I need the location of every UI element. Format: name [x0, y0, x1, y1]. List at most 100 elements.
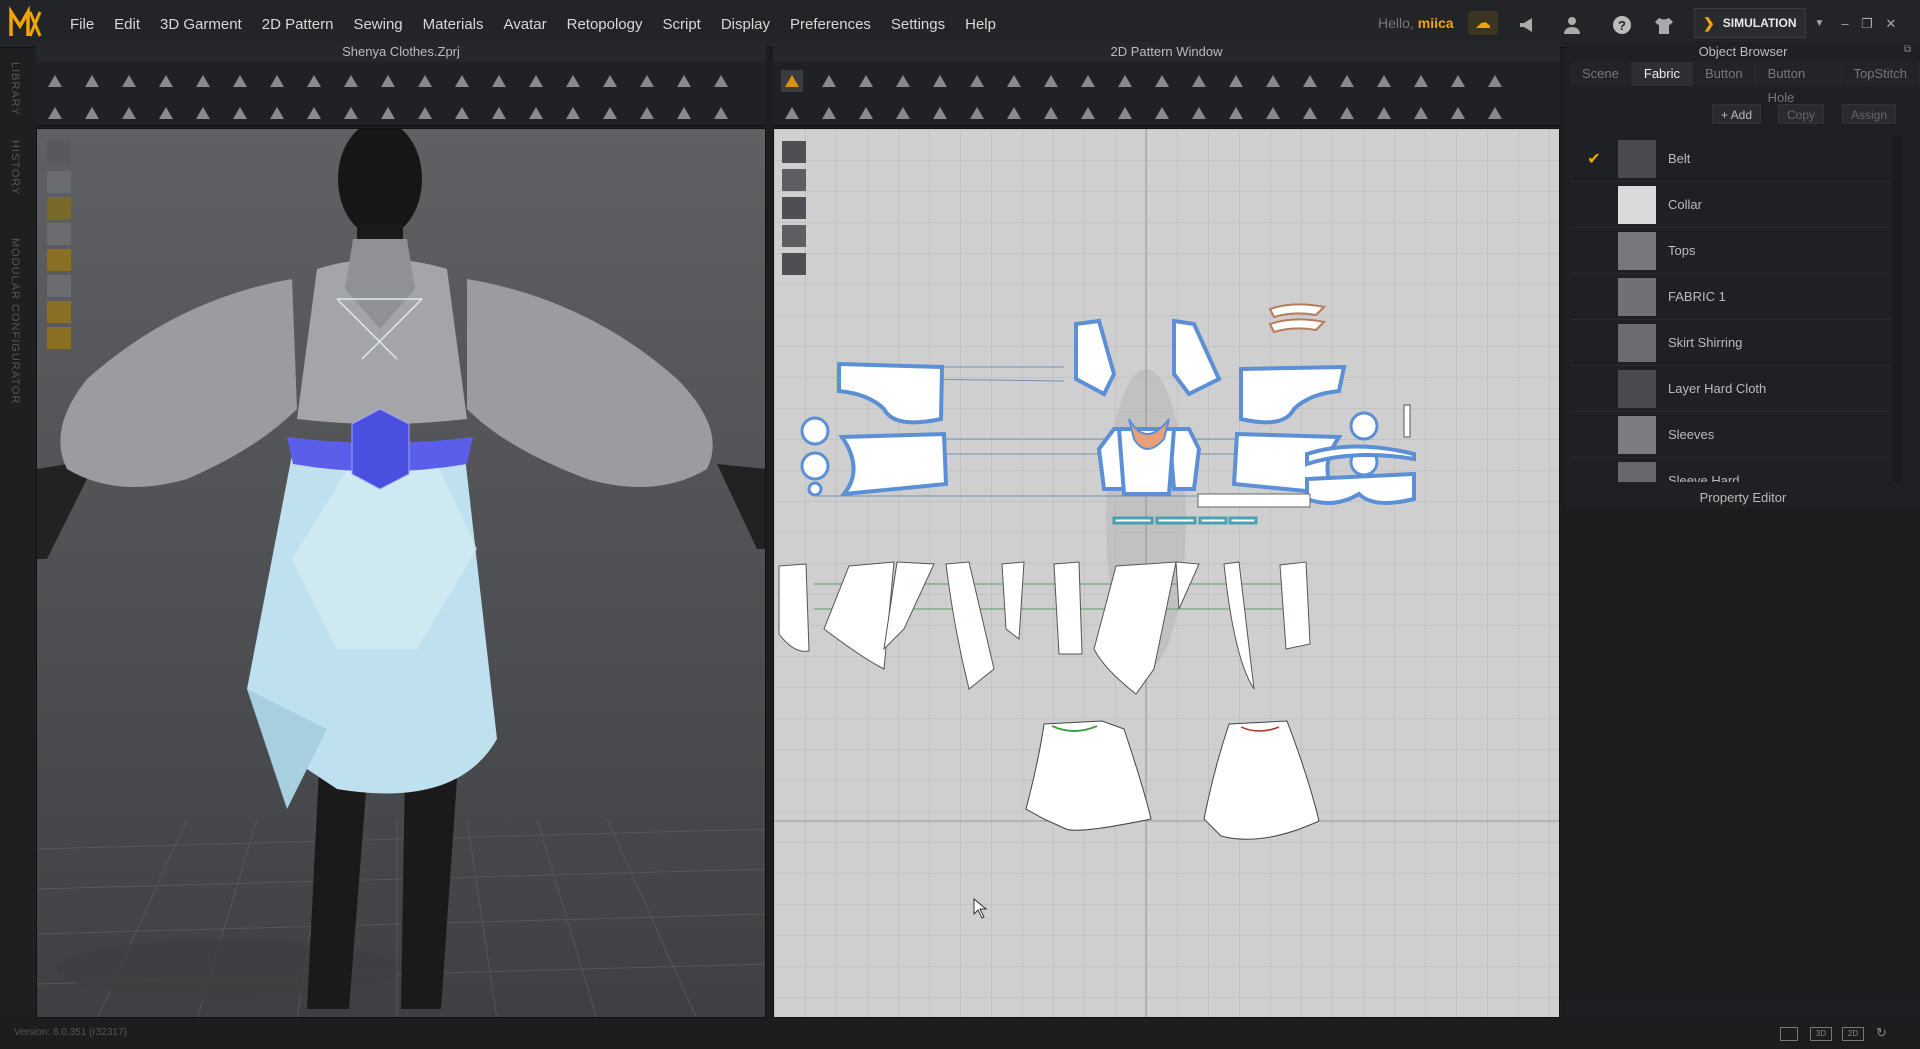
pattern-view-icon[interactable] — [782, 141, 806, 163]
show-garment-icon[interactable] — [47, 171, 71, 193]
garment3d-tool-20-icon[interactable] — [44, 102, 66, 124]
undock-icon[interactable]: ⧉ — [1904, 44, 1911, 55]
minimize-window-icon[interactable]: – — [1836, 16, 1854, 32]
layout-2d-icon[interactable]: 2D — [1842, 1027, 1864, 1041]
viewport-3d[interactable] — [36, 128, 766, 1018]
garment-store-icon[interactable] — [1652, 14, 1676, 36]
fabric-row[interactable]: Sleeve Hard — [1570, 458, 1892, 482]
close-window-icon[interactable]: ✕ — [1882, 16, 1900, 32]
pattern2d-tool-6-icon[interactable] — [966, 70, 988, 92]
pattern2d-tool-11-icon[interactable] — [1151, 70, 1173, 92]
fabric-row[interactable]: Skirt Shirring — [1570, 320, 1892, 366]
garment3d-tool-34-icon[interactable] — [562, 102, 584, 124]
garment3d-tool-13-icon[interactable] — [488, 70, 510, 92]
menu-sewing[interactable]: Sewing — [343, 16, 412, 33]
garment3d-tool-8-icon[interactable] — [303, 70, 325, 92]
garment3d-tool-16-icon[interactable] — [599, 70, 621, 92]
garment3d-tool-9-icon[interactable] — [340, 70, 362, 92]
fabric-row[interactable]: Tops — [1570, 228, 1892, 274]
garment3d-tool-3-icon[interactable] — [118, 70, 140, 92]
garment3d-tool-22-icon[interactable] — [118, 102, 140, 124]
info-icon[interactable] — [782, 197, 806, 219]
environment-globe-icon[interactable] — [47, 327, 71, 349]
menu-edit[interactable]: Edit — [104, 16, 150, 33]
help-icon[interactable]: ? — [1610, 14, 1634, 36]
fabric-row[interactable]: ✔ Belt — [1570, 136, 1892, 182]
pattern2d-tool-3-icon[interactable] — [855, 70, 877, 92]
pattern2d-tool-35-icon[interactable] — [1299, 102, 1321, 124]
pattern2d-tool-17-icon[interactable] — [1373, 70, 1395, 92]
garment3d-tool-10-icon[interactable] — [377, 70, 399, 92]
fabric-swatch[interactable] — [1618, 231, 1656, 270]
pattern2d-tool-16-icon[interactable] — [1336, 70, 1358, 92]
pattern2d-tool-14-icon[interactable] — [1262, 70, 1284, 92]
pattern2d-tool-22-icon[interactable] — [818, 102, 840, 124]
announcement-icon[interactable] — [1516, 14, 1540, 36]
garment3d-tool-31-icon[interactable] — [451, 102, 473, 124]
menu-retopology[interactable]: Retopology — [557, 16, 653, 33]
menu-avatar[interactable]: Avatar — [494, 16, 557, 33]
menu-display[interactable]: Display — [711, 16, 780, 33]
pattern2d-tool-20-icon[interactable] — [1484, 70, 1506, 92]
fabric-swatch[interactable] — [1618, 323, 1656, 362]
garment3d-tool-32-icon[interactable] — [488, 102, 510, 124]
garment3d-tool-2-icon[interactable] — [81, 70, 103, 92]
tab-button[interactable]: Button — [1693, 62, 1756, 86]
pattern2d-tool-19-icon[interactable] — [1447, 70, 1469, 92]
pattern2d-tool-28-icon[interactable] — [1040, 102, 1062, 124]
pattern-viewport-2d[interactable] — [773, 128, 1560, 1018]
fabric-row[interactable]: FABRIC 1 — [1570, 274, 1892, 320]
garment3d-tool-21-icon[interactable] — [81, 102, 103, 124]
fabric-row[interactable]: Sleeves — [1570, 412, 1892, 458]
pattern2d-tool-30-icon[interactable] — [1114, 102, 1136, 124]
pattern2d-tool-21-icon[interactable] — [781, 102, 803, 124]
tab-topstitch[interactable]: TopStitch — [1841, 62, 1920, 86]
pattern2d-tool-15-icon[interactable] — [1299, 70, 1321, 92]
fabric-row[interactable]: Collar — [1570, 182, 1892, 228]
garment3d-tool-29-icon[interactable] — [377, 102, 399, 124]
menu-settings[interactable]: Settings — [881, 16, 955, 33]
modular-configurator-tab[interactable]: MODULAR CONFIGURATOR — [9, 238, 21, 404]
pattern2d-tool-5-icon[interactable] — [929, 70, 951, 92]
garment3d-tool-30-icon[interactable] — [414, 102, 436, 124]
garment3d-tool-17-icon[interactable] — [636, 70, 658, 92]
garment3d-tool-35-icon[interactable] — [599, 102, 621, 124]
garment3d-tool-14-icon[interactable] — [525, 70, 547, 92]
pattern2d-tool-9-icon[interactable] — [1077, 70, 1099, 92]
menu-file[interactable]: File — [60, 16, 104, 33]
pattern2d-tool-29-icon[interactable] — [1077, 102, 1099, 124]
fabric-swatch[interactable] — [1618, 461, 1656, 482]
garment3d-tool-18-icon[interactable] — [673, 70, 695, 92]
garment3d-tool-6-icon[interactable] — [229, 70, 251, 92]
garment3d-tool-25-icon[interactable] — [229, 102, 251, 124]
tab-scene[interactable]: Scene — [1570, 62, 1632, 86]
camera-view-icon[interactable] — [47, 141, 71, 165]
pattern2d-tool-24-icon[interactable] — [892, 102, 914, 124]
garment3d-tool-27-icon[interactable] — [303, 102, 325, 124]
menu-materials[interactable]: Materials — [413, 16, 494, 33]
tab-fabric[interactable]: Fabric — [1631, 62, 1693, 86]
menu-2d-pattern[interactable]: 2D Pattern — [252, 16, 344, 33]
pattern2d-tool-18-icon[interactable] — [1410, 70, 1432, 92]
pattern2d-tool-13-icon[interactable] — [1225, 70, 1247, 92]
add-fabric-button[interactable]: + Add — [1712, 104, 1762, 124]
user-account-icon[interactable] — [1560, 14, 1584, 36]
pattern2d-tool-26-icon[interactable] — [966, 102, 988, 124]
pattern2d-tool-33-icon[interactable] — [1225, 102, 1247, 124]
garment3d-tool-28-icon[interactable] — [340, 102, 362, 124]
layer-view-icon[interactable] — [782, 225, 806, 247]
garment3d-tool-1-icon[interactable] — [44, 70, 66, 92]
garment3d-tool-37-icon[interactable] — [673, 102, 695, 124]
assign-fabric-button[interactable]: Assign — [1842, 104, 1897, 124]
garment3d-tool-24-icon[interactable] — [192, 102, 214, 124]
pattern2d-tool-25-icon[interactable] — [929, 102, 951, 124]
garment3d-tool-23-icon[interactable] — [155, 102, 177, 124]
garment3d-tool-11-icon[interactable] — [414, 70, 436, 92]
garment3d-tool-33-icon[interactable] — [525, 102, 547, 124]
pattern2d-tool-31-icon[interactable] — [1151, 102, 1173, 124]
cloud-sync-icon[interactable]: ☁ — [1468, 11, 1498, 35]
pattern2d-tool-37-icon[interactable] — [1373, 102, 1395, 124]
pattern2d-tool-12-icon[interactable] — [1188, 70, 1210, 92]
pattern2d-tool-39-icon[interactable] — [1447, 102, 1469, 124]
fabric-swatch[interactable] — [1618, 369, 1656, 408]
